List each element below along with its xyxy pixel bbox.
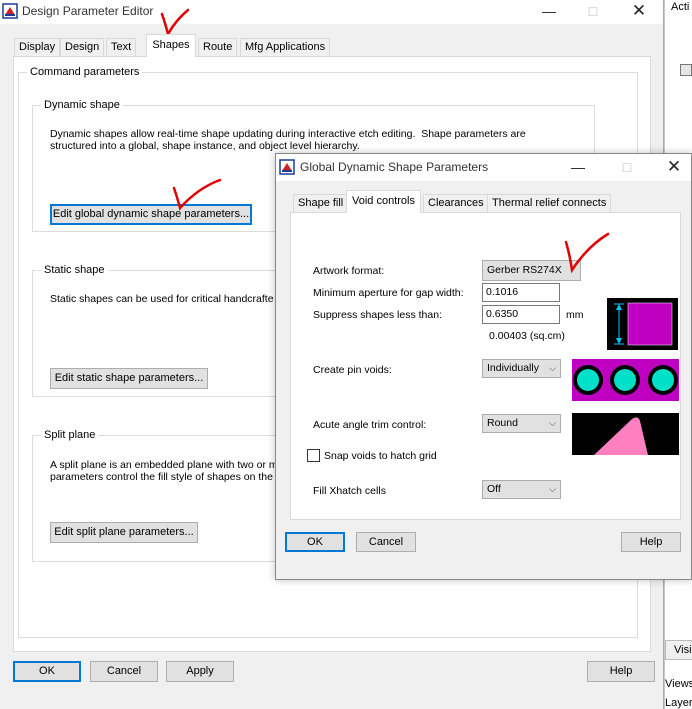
min-aperture-input[interactable]: 0.1016 bbox=[482, 283, 560, 302]
close-button[interactable]: ✕ bbox=[617, 0, 661, 22]
dialog-cancel-button[interactable]: Cancel bbox=[356, 532, 416, 552]
pin-voids-preview bbox=[572, 359, 679, 401]
create-pin-voids-value: Individually bbox=[487, 362, 539, 374]
tab-display[interactable]: Display bbox=[14, 38, 61, 56]
dynamic-shape-description: Dynamic shapes allow real-time shape upd… bbox=[50, 128, 526, 152]
snap-voids-checkbox[interactable] bbox=[307, 449, 320, 462]
split-plane-label: Split plane bbox=[41, 429, 99, 441]
acute-angle-preview bbox=[572, 413, 679, 455]
background-text-layer: Layer bbox=[665, 697, 692, 709]
tab-design[interactable]: Design bbox=[60, 38, 105, 56]
tab-thermal-relief[interactable]: Thermal relief connects bbox=[487, 194, 612, 212]
maximize-button[interactable]: □ bbox=[571, 0, 615, 22]
app-icon bbox=[2, 3, 18, 19]
edit-split-plane-button[interactable]: Edit split plane parameters... bbox=[50, 522, 198, 543]
suppress-shapes-label: Suppress shapes less than: bbox=[313, 309, 442, 321]
main-window-title: Design Parameter Editor bbox=[22, 4, 154, 18]
main-apply-button[interactable]: Apply bbox=[166, 661, 234, 682]
min-aperture-label: Minimum aperture for gap width: bbox=[313, 287, 464, 299]
suppress-shapes-input[interactable]: 0.6350 bbox=[482, 305, 560, 324]
tab-shapes[interactable]: Shapes bbox=[146, 34, 196, 57]
background-checkbox[interactable] bbox=[680, 64, 692, 76]
tab-clearances[interactable]: Clearances bbox=[423, 194, 489, 212]
main-titlebar[interactable]: Design Parameter Editor — □ ✕ bbox=[0, 0, 663, 24]
artwork-format-label: Artwork format: bbox=[313, 265, 385, 277]
dialog-close-button[interactable]: ✕ bbox=[652, 156, 692, 178]
minimize-button[interactable]: — bbox=[527, 0, 571, 22]
acute-angle-select[interactable]: Round ⌵ bbox=[482, 414, 561, 433]
chevron-down-icon: ⌵ bbox=[549, 484, 556, 494]
acute-angle-label: Acute angle trim control: bbox=[313, 419, 427, 431]
edit-global-dynamic-shape-button[interactable]: Edit global dynamic shape parameters... bbox=[50, 204, 252, 225]
static-shape-label: Static shape bbox=[41, 264, 108, 276]
tab-route[interactable]: Route bbox=[198, 38, 238, 56]
chevron-down-icon: ⌵ bbox=[549, 418, 556, 428]
acute-angle-value: Round bbox=[487, 417, 518, 429]
edit-static-shape-button[interactable]: Edit static shape parameters... bbox=[50, 368, 208, 389]
fill-xhatch-label: Fill Xhatch cells bbox=[313, 485, 386, 497]
dialog-ok-button[interactable]: OK bbox=[285, 532, 345, 552]
dialog-title: Global Dynamic Shape Parameters bbox=[300, 160, 489, 174]
command-parameters-label: Command parameters bbox=[27, 66, 143, 78]
tab-shape-fill[interactable]: Shape fill bbox=[293, 194, 349, 212]
tab-void-controls[interactable]: Void controls bbox=[346, 190, 421, 213]
main-help-button[interactable]: Help bbox=[587, 661, 655, 682]
tab-mfg-applications[interactable]: Mfg Applications bbox=[240, 38, 331, 56]
suppress-area: 0.00403 (sq.cm) bbox=[489, 330, 565, 342]
background-text-views: Views bbox=[665, 678, 692, 690]
suppress-unit: mm bbox=[566, 309, 584, 321]
void-controls-panel: Artwork format: Gerber RS274X Minimum ap… bbox=[290, 212, 681, 520]
create-pin-voids-select[interactable]: Individually ⌵ bbox=[482, 359, 561, 378]
dialog-tabs: Shape fill Void controls Clearances Ther… bbox=[293, 190, 683, 213]
fill-xhatch-select[interactable]: Off ⌵ bbox=[482, 480, 561, 499]
tab-text[interactable]: Text bbox=[106, 38, 137, 56]
dialog-app-icon bbox=[279, 159, 295, 175]
global-dynamic-shape-dialog: Global Dynamic Shape Parameters — □ ✕ Sh… bbox=[275, 153, 692, 580]
main-tabs: Display Design Text Shapes Route Mfg App… bbox=[14, 34, 654, 57]
suppress-shapes-preview bbox=[607, 298, 678, 350]
create-pin-voids-label: Create pin voids: bbox=[313, 364, 392, 376]
dialog-titlebar[interactable]: Global Dynamic Shape Parameters — □ ✕ bbox=[276, 154, 691, 181]
fill-xhatch-value: Off bbox=[487, 483, 501, 495]
dialog-maximize-button[interactable]: □ bbox=[605, 156, 649, 178]
dialog-minimize-button[interactable]: — bbox=[556, 156, 600, 178]
artwork-format-field[interactable]: Gerber RS274X bbox=[482, 260, 581, 281]
dialog-help-button[interactable]: Help bbox=[621, 532, 681, 552]
main-cancel-button[interactable]: Cancel bbox=[90, 661, 158, 682]
snap-voids-label: Snap voids to hatch grid bbox=[324, 450, 437, 462]
main-ok-button[interactable]: OK bbox=[13, 661, 81, 682]
background-tab-visib[interactable]: Visib bbox=[665, 640, 692, 660]
background-text-acti: Acti bbox=[671, 1, 690, 13]
chevron-down-icon: ⌵ bbox=[549, 363, 556, 373]
dynamic-shape-label: Dynamic shape bbox=[41, 99, 123, 111]
